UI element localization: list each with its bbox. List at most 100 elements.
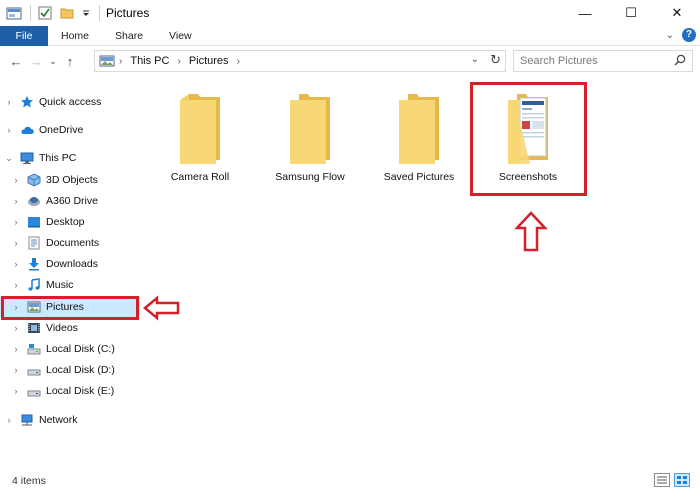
expand-chevron-icon[interactable]: › [11, 217, 21, 227]
cube-icon [27, 173, 41, 187]
a360-icon [27, 194, 41, 208]
sidebar-item-label: Quick access [39, 96, 102, 108]
maximize-button[interactable]: ☐ [608, 0, 654, 26]
sidebar-item-label: Local Disk (D:) [46, 364, 115, 376]
back-arrow-icon[interactable]: ← [6, 54, 26, 69]
address-history-chevron-icon[interactable]: ⌄ [471, 54, 479, 65]
title-bar: Pictures — ☐ ✕ [0, 0, 700, 26]
close-button[interactable]: ✕ [654, 0, 700, 26]
sidebar-item-downloads[interactable]: › Downloads [11, 254, 151, 274]
expand-chevron-icon[interactable]: › [11, 386, 21, 396]
tab-share[interactable]: Share [102, 26, 156, 46]
properties-icon[interactable] [37, 5, 53, 21]
breadcrumb-separator-icon[interactable]: › [237, 56, 240, 67]
address-bar[interactable]: › This PC › Pictures › ⌄ ↻ [94, 50, 506, 72]
sidebar-item-label: Desktop [46, 216, 85, 228]
drive-icon [27, 384, 41, 398]
folder-name: Camera Roll [170, 171, 230, 183]
recent-locations-chevron-icon[interactable]: ⌄ [46, 56, 60, 67]
expand-chevron-icon[interactable]: › [11, 259, 21, 269]
expand-chevron-icon[interactable]: › [11, 323, 21, 333]
explorer-app-icon[interactable] [6, 5, 22, 21]
refresh-icon[interactable]: ↻ [490, 52, 501, 68]
sidebar-item-quick-access[interactable]: › Quick access [4, 92, 144, 112]
sidebar-item-videos[interactable]: › Videos [11, 318, 151, 338]
status-item-count: 4 items [12, 475, 46, 487]
expand-chevron-icon[interactable]: › [4, 415, 14, 425]
tab-home[interactable]: Home [48, 26, 102, 46]
folder-saved-pictures[interactable]: Saved Pictures [379, 92, 459, 183]
sidebar-item-local-disk-e[interactable]: › Local Disk (E:) [11, 381, 151, 401]
expand-chevron-icon[interactable]: › [4, 97, 14, 107]
expand-chevron-icon[interactable]: › [4, 125, 14, 135]
expand-chevron-icon[interactable]: › [11, 196, 21, 206]
sidebar-item-desktop[interactable]: › Desktop [11, 212, 151, 232]
drive-c-icon [27, 342, 41, 356]
help-icon[interactable]: ? [682, 28, 696, 42]
navigation-bar: ← → ⌄ ↑ › This PC › Pictures › ⌄ ↻ [0, 46, 700, 76]
search-box[interactable] [513, 50, 693, 72]
screenshots-highlight-annotation [470, 82, 587, 196]
tab-file[interactable]: File [0, 25, 48, 46]
view-switcher [650, 473, 690, 487]
search-input[interactable] [514, 55, 664, 67]
divider [30, 5, 31, 21]
sidebar-item-local-disk-d[interactable]: › Local Disk (D:) [11, 360, 151, 380]
desktop-icon [27, 215, 41, 229]
document-icon [27, 236, 41, 250]
expand-chevron-icon[interactable]: › [11, 280, 21, 290]
breadcrumb-pictures[interactable]: Pictures [189, 55, 229, 67]
details-view-icon[interactable] [654, 473, 670, 487]
sidebar-item-onedrive[interactable]: › OneDrive [4, 120, 144, 140]
breadcrumb-separator-icon[interactable]: › [119, 56, 122, 67]
sidebar-item-3d-objects[interactable]: › 3D Objects [11, 170, 151, 190]
customize-toolbar-dropdown-icon[interactable] [81, 5, 91, 21]
folder-icon [286, 92, 334, 164]
ribbon-tabs: File Home Share View ⌄ ? [0, 25, 700, 46]
expand-ribbon-chevron-icon[interactable]: ⌄ [666, 30, 674, 41]
network-icon [20, 413, 34, 427]
pictures-highlight-annotation [1, 296, 139, 320]
up-arrow-icon[interactable]: ↑ [60, 54, 80, 69]
expand-chevron-icon[interactable]: › [11, 344, 21, 354]
breadcrumb-this-pc[interactable]: This PC [130, 55, 169, 67]
breadcrumb-separator-icon[interactable]: › [177, 56, 180, 67]
music-icon [27, 278, 41, 292]
new-folder-icon[interactable] [59, 5, 75, 21]
window-controls: — ☐ ✕ [562, 0, 700, 26]
sidebar-item-music[interactable]: › Music [11, 275, 151, 295]
sidebar-item-label: Music [46, 279, 74, 291]
divider [99, 5, 100, 21]
collapse-chevron-icon[interactable]: ⌄ [4, 153, 14, 164]
sidebar-item-label: OneDrive [39, 124, 84, 136]
sidebar-item-label: Videos [46, 322, 78, 334]
sidebar-item-label: Local Disk (E:) [46, 385, 115, 397]
expand-chevron-icon[interactable]: › [11, 365, 21, 375]
sidebar-item-local-disk-c[interactable]: › Local Disk (C:) [11, 339, 151, 359]
large-icons-view-icon[interactable] [674, 473, 690, 487]
search-icon[interactable] [674, 54, 686, 69]
computer-icon [20, 151, 34, 165]
forward-arrow-icon[interactable]: → [26, 54, 46, 69]
sidebar-item-documents[interactable]: › Documents [11, 233, 151, 253]
sidebar-item-label: Downloads [46, 258, 98, 270]
expand-chevron-icon[interactable]: › [11, 175, 21, 185]
folder-name: Saved Pictures [383, 171, 455, 183]
cloud-icon [20, 123, 34, 137]
folder-camera-roll[interactable]: Camera Roll [160, 92, 240, 183]
left-arrow-annotation-icon [143, 295, 180, 321]
sidebar-item-this-pc[interactable]: ⌄ This PC [4, 148, 144, 168]
video-icon [27, 321, 41, 335]
window-title: Pictures [106, 6, 150, 20]
folder-samsung-flow[interactable]: Samsung Flow [270, 92, 350, 183]
navigation-pane: › Quick access › OneDrive ⌄ This PC › 3D… [0, 88, 140, 448]
tab-view[interactable]: View [156, 26, 205, 46]
folder-name: Samsung Flow [275, 171, 345, 183]
sidebar-item-label: Documents [46, 237, 100, 249]
sidebar-item-network[interactable]: › Network [4, 410, 144, 430]
expand-chevron-icon[interactable]: › [11, 238, 21, 248]
ribbon-right-controls: ⌄ ? [666, 28, 696, 42]
pictures-location-icon [99, 54, 115, 68]
minimize-button[interactable]: — [562, 0, 608, 26]
sidebar-item-a360-drive[interactable]: › A360 Drive [11, 191, 151, 211]
